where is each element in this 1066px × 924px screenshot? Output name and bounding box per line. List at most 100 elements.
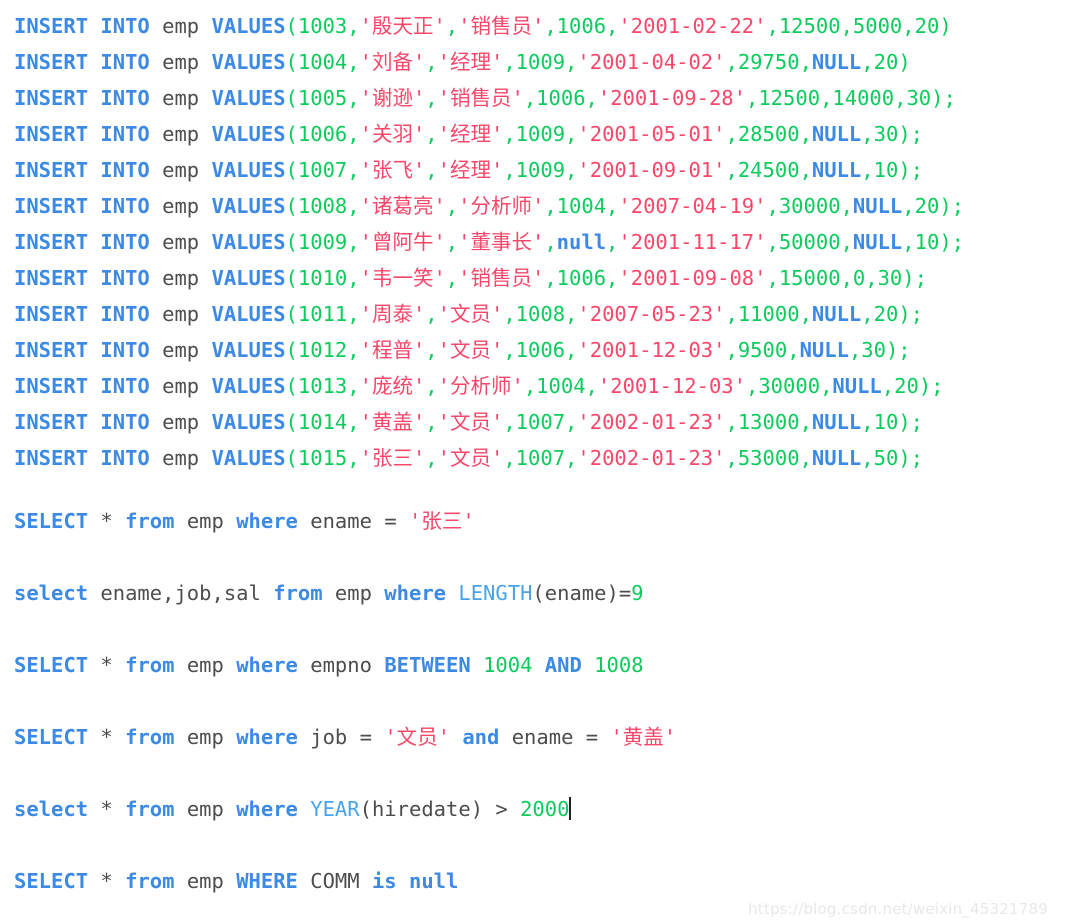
code-line[interactable]: INSERT INTO emp VALUES(1005,'谢逊','销售员',1… <box>14 80 956 116</box>
code-line[interactable]: INSERT INTO emp VALUES(1007,'张飞','经理',10… <box>14 152 923 188</box>
sql-keyword: INSERT INTO <box>14 302 150 326</box>
code-line[interactable]: INSERT INTO emp VALUES(1008,'诸葛亮','分析师',… <box>14 188 964 224</box>
sql-whitespace <box>372 509 384 533</box>
sql-identifier: ename <box>544 581 607 605</box>
sql-operator: = <box>618 581 632 605</box>
code-line[interactable]: INSERT INTO emp VALUES(1009,'曾阿牛','董事长',… <box>14 224 964 260</box>
sql-punctuation: , <box>544 194 557 218</box>
sql-number: 10 <box>873 410 899 434</box>
sql-string: '2001-09-01' <box>577 158 726 182</box>
sql-identifier: emp <box>186 797 224 821</box>
sql-keyword: NULL <box>811 158 862 182</box>
sql-punctuation: ) <box>939 14 952 38</box>
sql-punctuation: , <box>606 266 619 290</box>
sql-keyword: select <box>14 581 89 605</box>
sql-whitespace <box>199 86 211 110</box>
code-line[interactable]: select ename,job,sal from emp where LENG… <box>14 575 644 611</box>
sql-whitespace <box>372 653 384 677</box>
sql-punctuation: , <box>523 374 537 398</box>
sql-whitespace <box>174 797 186 821</box>
sql-keyword: NULL <box>811 122 862 146</box>
sql-number: 30 <box>873 122 899 146</box>
sql-punctuation: ); <box>898 122 923 146</box>
sql-identifier: ename <box>310 509 372 533</box>
sql-code-editor[interactable]: INSERT INTO emp VALUES(1003,'殷天正','销售员',… <box>0 0 1066 924</box>
sql-punctuation: ( <box>285 266 298 290</box>
sql-whitespace <box>199 230 211 254</box>
code-line[interactable]: INSERT INTO emp VALUES(1014,'黄盖','文员',10… <box>14 404 923 440</box>
sql-identifier: emp <box>186 653 224 677</box>
sql-function: LENGTH <box>458 581 533 605</box>
sql-number: 28500 <box>737 122 800 146</box>
sql-punctuation: , <box>894 86 907 110</box>
sql-punctuation: , <box>861 50 874 74</box>
code-line[interactable]: INSERT INTO emp VALUES(1013,'庞统','分析师',1… <box>14 368 944 404</box>
sql-number: 1007 <box>515 410 566 434</box>
sql-keyword: INSERT INTO <box>14 374 150 398</box>
sql-keyword: from <box>125 653 175 677</box>
sql-keyword: VALUES <box>211 50 286 74</box>
sql-punctuation: , <box>861 122 874 146</box>
code-line[interactable]: INSERT INTO emp VALUES(1010,'韦一笑','销售员',… <box>14 260 927 296</box>
sql-keyword: from <box>125 797 175 821</box>
sql-string: '周泰' <box>359 302 426 326</box>
sql-punctuation: , <box>503 50 516 74</box>
sql-keyword: INSERT INTO <box>14 14 150 38</box>
sql-number: 1011 <box>297 302 348 326</box>
sql-keyword: VALUES <box>211 410 286 434</box>
sql-punctuation: , <box>820 86 833 110</box>
sql-punctuation: , <box>787 338 800 362</box>
code-line[interactable]: INSERT INTO emp VALUES(1015,'张三','文员',10… <box>14 440 923 476</box>
sql-whitespace <box>199 50 211 74</box>
sql-whitespace <box>532 653 544 677</box>
code-line[interactable]: SELECT * from emp where job = '文员' and e… <box>14 719 676 755</box>
sql-punctuation: , <box>347 86 360 110</box>
sql-punctuation: , <box>565 50 578 74</box>
sql-keyword: VALUES <box>211 374 286 398</box>
sql-punctuation: ( <box>285 230 298 254</box>
sql-string: '韦一笑' <box>359 266 446 290</box>
sql-whitespace <box>150 230 162 254</box>
sql-whitespace <box>113 725 125 749</box>
sql-string: '2007-05-23' <box>577 302 726 326</box>
sql-punctuation: , <box>902 230 915 254</box>
sql-operator: * <box>100 509 113 533</box>
sql-punctuation: , <box>848 338 862 362</box>
code-line[interactable]: SELECT * from emp where empno BETWEEN 10… <box>14 647 644 683</box>
code-line[interactable]: SELECT * from emp where ename = '张三' <box>14 503 475 539</box>
code-line[interactable]: select * from emp where YEAR(hiredate) >… <box>14 791 572 827</box>
sql-punctuation: , <box>585 86 598 110</box>
sql-string: '张三' <box>409 509 475 533</box>
code-line[interactable]: INSERT INTO emp VALUES(1006,'关羽','经理',10… <box>14 116 923 152</box>
sql-punctuation: , <box>347 410 360 434</box>
code-line[interactable]: SELECT * from emp WHERE COMM is null <box>14 863 458 899</box>
sql-number: 1004 <box>536 374 586 398</box>
sql-number: 29750 <box>737 50 800 74</box>
sql-punctuation: , <box>725 410 738 434</box>
sql-punctuation: , <box>799 302 812 326</box>
code-line[interactable]: INSERT INTO emp VALUES(1003,'殷天正','销售员',… <box>14 8 952 44</box>
code-line[interactable]: INSERT INTO emp VALUES(1011,'周泰','文员',10… <box>14 296 923 332</box>
sql-operator: * <box>100 653 113 677</box>
sql-keyword: VALUES <box>211 446 286 470</box>
sql-string: '关羽' <box>359 122 426 146</box>
sql-whitespace <box>113 653 125 677</box>
sql-operator: * <box>100 869 113 893</box>
sql-whitespace <box>483 797 495 821</box>
code-line[interactable]: INSERT INTO emp VALUES(1012,'程普','文员',10… <box>14 332 911 368</box>
sql-number: 13000 <box>737 410 800 434</box>
sql-punctuation: , <box>799 122 812 146</box>
sql-whitespace <box>174 725 186 749</box>
sql-punctuation: , <box>902 14 915 38</box>
code-line[interactable]: INSERT INTO emp VALUES(1004,'刘备','经理',10… <box>14 44 911 80</box>
sql-operator: ) <box>606 581 619 605</box>
sql-keyword: SELECT <box>14 725 89 749</box>
sql-punctuation: , <box>861 302 874 326</box>
sql-keyword: SELECT <box>14 653 89 677</box>
sql-punctuation: , <box>725 302 738 326</box>
sql-string: '张三' <box>359 446 426 470</box>
sql-punctuation: , <box>861 158 874 182</box>
sql-number: 1006 <box>297 122 348 146</box>
sql-number: 10 <box>873 158 899 182</box>
sql-string: '经理' <box>437 50 504 74</box>
